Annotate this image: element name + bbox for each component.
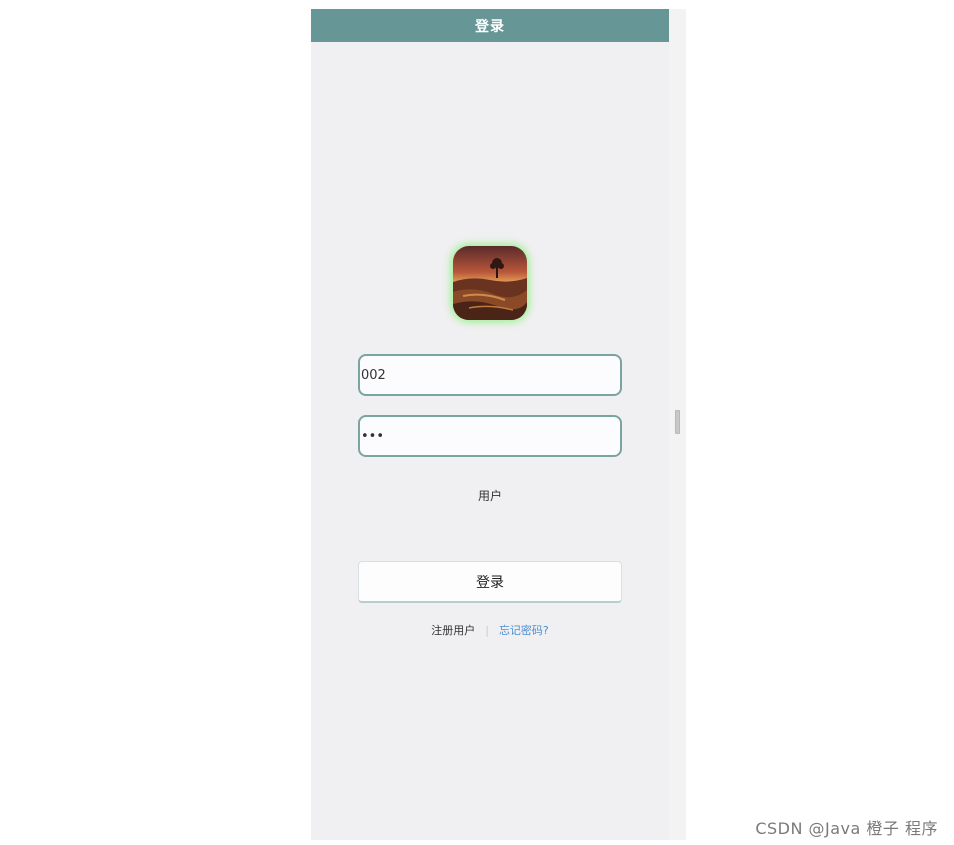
watermark: CSDN @Java 橙子 程序 [755,819,938,838]
username-input[interactable] [358,354,622,396]
top-bar: 登录 [311,9,669,42]
forgot-password-link[interactable]: 忘记密码? [499,622,549,638]
avatar [453,246,527,320]
role-label[interactable]: 用户 [311,487,669,504]
password-input[interactable] [358,415,622,457]
mobile-page: 登录 002 ••• 用户 登录 注册用户 | 忘记密码? [311,9,686,840]
scrollbar-thumb[interactable] [675,410,680,434]
page-title: 登录 [475,18,505,35]
link-separator: | [485,623,489,637]
register-link[interactable]: 注册用户 [431,622,475,638]
landscape-avatar-image [453,246,527,320]
screen: 登录 002 ••• 用户 登录 注册用户 | 忘记密码? CSDN @Java… [0,0,954,845]
auth-links: 注册用户 | 忘记密码? [311,622,669,638]
login-button[interactable]: 登录 [358,561,622,603]
